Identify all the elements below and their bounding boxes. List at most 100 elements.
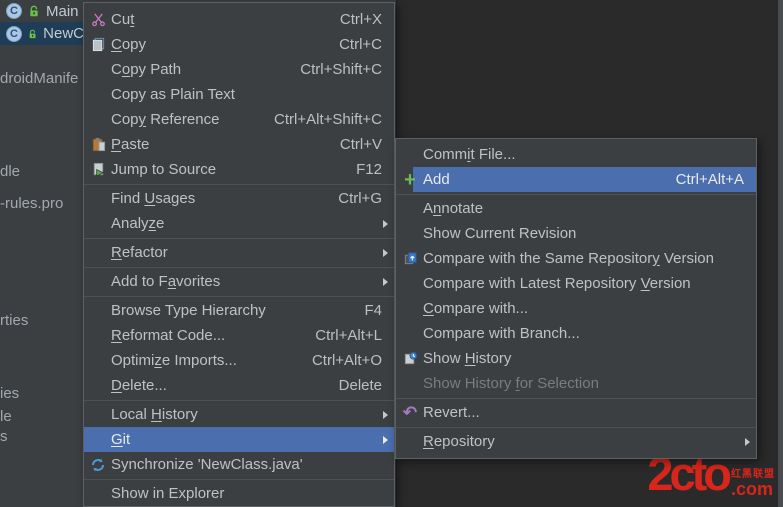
- scissors-icon: [88, 7, 108, 32]
- menu-item-label: Git: [111, 431, 383, 448]
- menu-item-label: Find Usages: [111, 190, 338, 207]
- menu-shortcut: F12: [356, 161, 382, 178]
- menu-item-label: Compare with Latest Repository Version: [423, 275, 744, 292]
- menu-item-synchronize[interactable]: Synchronize 'NewClass.java': [84, 452, 394, 477]
- menu-item-label: Commit File...: [423, 146, 744, 163]
- menu-item-label: Revert...: [423, 404, 744, 421]
- menu-item-copy-reference[interactable]: Copy Reference Ctrl+Alt+Shift+C: [84, 107, 394, 132]
- watermark-logo: 2cto 红黑联盟 .com: [647, 452, 775, 500]
- submenu-item-compare-with-branch[interactable]: Compare with Branch...: [396, 321, 756, 346]
- menu-shortcut: Ctrl+Alt+L: [315, 327, 382, 344]
- menu-item-label: Local History: [111, 406, 383, 423]
- menu-item-label: Jump to Source: [111, 161, 356, 178]
- revert-icon: ↶: [400, 400, 420, 425]
- menu-item-reformat-code[interactable]: Reformat Code... Ctrl+Alt+L: [84, 323, 394, 348]
- menu-item-label: Refactor: [111, 244, 383, 261]
- tree-item-label: Main: [46, 3, 79, 20]
- menu-item-label: Copy Reference: [111, 111, 274, 128]
- menu-shortcut: Ctrl+Shift+C: [300, 61, 382, 78]
- submenu-arrow-icon: [383, 278, 388, 286]
- tree-fragment[interactable]: rties: [0, 312, 28, 329]
- menu-shortcut: Ctrl+V: [340, 136, 382, 153]
- menu-item-label: Optimize Imports...: [111, 352, 312, 369]
- menu-item-analyze[interactable]: Analyze: [84, 211, 394, 236]
- menu-item-label: Copy Path: [111, 61, 300, 78]
- menu-shortcut: Ctrl+X: [340, 11, 382, 28]
- sync-icon: [88, 452, 108, 477]
- tree-fragment[interactable]: -rules.pro: [0, 195, 63, 212]
- unlocked-padlock-icon: [27, 27, 38, 41]
- submenu-arrow-icon: [383, 220, 388, 228]
- submenu-item-repository[interactable]: Repository: [396, 429, 756, 454]
- menu-shortcut: Ctrl+Alt+A: [676, 171, 744, 188]
- submenu-arrow-icon: [745, 438, 750, 446]
- menu-item-paste[interactable]: Paste Ctrl+V: [84, 132, 394, 157]
- menu-separator: [396, 427, 756, 428]
- menu-item-refactor[interactable]: Refactor: [84, 240, 394, 265]
- tree-fragment[interactable]: s: [0, 428, 8, 445]
- class-icon: C: [6, 26, 22, 42]
- menu-item-label: Copy: [111, 36, 339, 53]
- git-submenu: Commit File... + Add Ctrl+Alt+A Annotate…: [395, 138, 757, 459]
- submenu-item-show-history-for-selection: Show History for Selection: [396, 371, 756, 396]
- menu-separator: [84, 479, 394, 480]
- menu-item-optimize-imports[interactable]: Optimize Imports... Ctrl+Alt+O: [84, 348, 394, 373]
- tree-fragment[interactable]: le: [0, 408, 12, 425]
- jump-to-source-icon: [88, 157, 108, 182]
- menu-item-label: Repository: [423, 433, 745, 450]
- menu-item-label: Annotate: [423, 200, 744, 217]
- unlocked-padlock-icon: [27, 4, 41, 18]
- tree-item-newclass[interactable]: C NewC: [0, 22, 84, 45]
- class-icon: C: [6, 3, 22, 19]
- tree-item-main[interactable]: C Main: [0, 0, 84, 22]
- menu-item-find-usages[interactable]: Find Usages Ctrl+G: [84, 186, 394, 211]
- menu-item-jump-to-source[interactable]: Jump to Source F12: [84, 157, 394, 182]
- submenu-item-compare-latest-repository[interactable]: Compare with Latest Repository Version: [396, 271, 756, 296]
- compare-icon: [400, 246, 420, 271]
- submenu-item-compare-same-repository[interactable]: Compare with the Same Repository Version: [396, 246, 756, 271]
- submenu-item-show-history[interactable]: Show History: [396, 346, 756, 371]
- submenu-item-compare-with[interactable]: Compare with...: [396, 296, 756, 321]
- submenu-arrow-icon: [383, 436, 388, 444]
- menu-item-label: Compare with Branch...: [423, 325, 744, 342]
- watermark-tagline: 红黑联盟: [731, 465, 775, 480]
- menu-item-label: Synchronize 'NewClass.java': [111, 456, 382, 473]
- submenu-item-show-current-revision[interactable]: Show Current Revision: [396, 221, 756, 246]
- submenu-arrow-icon: [383, 411, 388, 419]
- menu-item-show-in-explorer[interactable]: Show in Explorer: [84, 481, 394, 506]
- menu-separator: [396, 398, 756, 399]
- watermark-suffix: .com: [731, 480, 773, 500]
- menu-item-label: Delete...: [111, 377, 339, 394]
- menu-item-browse-type-hierarchy[interactable]: Browse Type Hierarchy F4: [84, 298, 394, 323]
- history-icon: [400, 346, 420, 371]
- copy-icon: [88, 32, 108, 57]
- menu-item-label: Reformat Code...: [111, 327, 315, 344]
- menu-item-label: Compare with the Same Repository Version: [423, 250, 744, 267]
- menu-separator: [84, 400, 394, 401]
- menu-separator: [84, 184, 394, 185]
- menu-item-label: Add: [423, 171, 676, 188]
- menu-item-local-history[interactable]: Local History: [84, 402, 394, 427]
- menu-item-copy[interactable]: Copy Ctrl+C: [84, 32, 394, 57]
- menu-item-copy-path[interactable]: Copy Path Ctrl+Shift+C: [84, 57, 394, 82]
- menu-shortcut: Ctrl+Alt+O: [312, 352, 382, 369]
- menu-item-label: Paste: [111, 136, 340, 153]
- menu-item-label: Add to Favorites: [111, 273, 383, 290]
- menu-item-delete[interactable]: Delete... Delete: [84, 373, 394, 398]
- menu-item-add-to-favorites[interactable]: Add to Favorites: [84, 269, 394, 294]
- editor-scrollbar[interactable]: [778, 0, 783, 507]
- submenu-item-revert[interactable]: ↶ Revert...: [396, 400, 756, 425]
- submenu-arrow-icon: [383, 249, 388, 257]
- submenu-item-add[interactable]: + Add Ctrl+Alt+A: [396, 167, 756, 192]
- tree-fragment[interactable]: ies: [0, 385, 19, 402]
- plus-icon: +: [400, 167, 420, 192]
- menu-shortcut: F4: [364, 302, 382, 319]
- submenu-item-annotate[interactable]: Annotate: [396, 196, 756, 221]
- menu-item-copy-as-plain-text[interactable]: Copy as Plain Text: [84, 82, 394, 107]
- tree-item-label: NewC: [43, 25, 84, 42]
- submenu-item-commit-file[interactable]: Commit File...: [396, 142, 756, 167]
- tree-fragment[interactable]: dle: [0, 163, 20, 180]
- menu-item-git[interactable]: Git: [84, 427, 394, 452]
- menu-item-cut[interactable]: Cut Ctrl+X: [84, 7, 394, 32]
- tree-fragment[interactable]: droidManife: [0, 70, 78, 87]
